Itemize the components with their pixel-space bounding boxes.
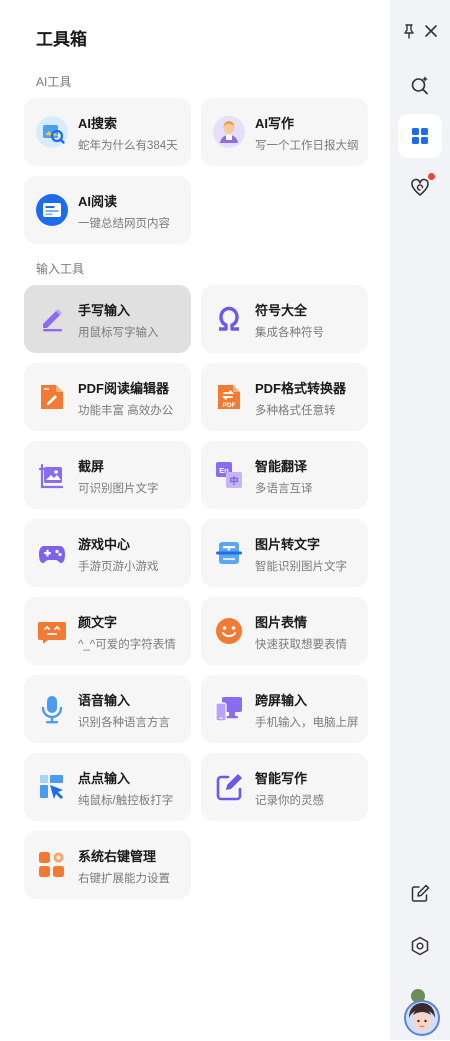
tool-name: 语音输入 <box>78 693 131 708</box>
tool-card-smart-write[interactable]: 智能写作 记录你的灵感 <box>201 753 368 821</box>
tool-card-cross-screen[interactable]: 跨屏输入 手机输入，电脑上屏 <box>201 675 368 743</box>
tool-name: 图片转文字 <box>255 537 321 552</box>
page-title: 工具箱 <box>36 30 87 49</box>
tool-card-translate[interactable]: En 中 智能翻译 多语言互译 <box>201 441 368 509</box>
tool-name: 游戏中心 <box>78 537 131 552</box>
tool-name: 符号大全 <box>255 303 308 318</box>
close-icon[interactable] <box>422 22 440 40</box>
tool-card-kaomoji[interactable]: 颜文字 ^_^可爱的字符表情 <box>24 597 191 665</box>
tool-desc: 集成各种符号 <box>255 327 324 339</box>
tool-card-ai-write[interactable]: AI写作 写一个工作日报大纲 <box>201 98 368 166</box>
tool-name: 颜文字 <box>78 615 118 630</box>
tool-desc: 手游页游小游戏 <box>78 561 159 573</box>
pin-icon[interactable] <box>400 22 418 40</box>
grid-icon <box>412 128 428 144</box>
tool-desc: 写一个工作日报大纲 <box>255 140 359 152</box>
tool-desc: 记录你的灵感 <box>255 795 324 807</box>
svg-text:PDF: PDF <box>223 402 236 409</box>
avatar[interactable] <box>400 988 444 1036</box>
skin-rail-button[interactable] <box>398 165 442 209</box>
pen-icon <box>36 303 68 335</box>
tool-card-games[interactable]: 游戏中心 手游页游小游戏 <box>24 519 191 587</box>
heart-spiral-icon <box>411 178 429 196</box>
edit-rail-button[interactable] <box>398 872 442 916</box>
tool-desc: 纯鼠标/触控板打字 <box>78 795 174 807</box>
tool-card-pdf-editor[interactable]: PDF阅读编辑器 功能丰富 高效办公 <box>24 363 191 431</box>
tool-desc: 功能丰富 高效办公 <box>78 405 174 417</box>
tool-card-ai-read[interactable]: AI阅读 一键总结网页内容 <box>24 176 191 244</box>
screenshot-icon <box>36 459 68 491</box>
microphone-icon <box>36 693 68 725</box>
write-pad-icon <box>213 771 245 803</box>
toolbox-rail-button[interactable] <box>398 114 442 158</box>
translate-icon: En 中 <box>213 459 245 491</box>
tool-desc: 可识别图片文字 <box>78 483 159 495</box>
tool-card-symbols[interactable]: 符号大全 集成各种符号 <box>201 285 368 353</box>
tool-name: AI搜索 <box>78 116 118 131</box>
pdf-edit-icon <box>36 381 68 413</box>
tool-name: 跨屏输入 <box>255 693 308 708</box>
tool-name: 截屏 <box>78 459 105 474</box>
tool-name: 智能写作 <box>255 771 308 786</box>
ai-write-icon <box>213 116 245 148</box>
tool-desc: 智能识别图片文字 <box>255 561 347 573</box>
gamepad-icon <box>36 537 68 569</box>
apps-gear-icon <box>36 849 68 881</box>
tool-desc: 多语言互译 <box>255 483 313 495</box>
cursor-click-icon <box>36 771 68 803</box>
tool-name: PDF阅读编辑器 <box>78 381 170 396</box>
tool-card-handwrite[interactable]: 手写输入 用鼠标写字输入 <box>24 285 191 353</box>
tool-desc: 用鼠标写字输入 <box>78 327 159 339</box>
tool-name: 图片表情 <box>255 615 308 630</box>
section-label-ai: AI工具 <box>36 75 72 89</box>
tool-desc: 蛇年为什么有384天 <box>78 140 178 152</box>
ai-search-icon <box>36 116 68 148</box>
ai-read-icon <box>36 194 68 226</box>
omega-icon <box>213 303 245 335</box>
tool-desc: 右键扩展能力设置 <box>78 873 170 885</box>
settings-rail-button[interactable] <box>398 924 442 968</box>
tool-name: 智能翻译 <box>255 459 308 474</box>
toolbox-panel: 工具箱 AI工具 AI搜索 蛇年为什么有384天 AI写作 写一个工作日报大纲 … <box>0 0 390 1040</box>
tool-card-click-input[interactable]: 点点输入 纯鼠标/触控板打字 <box>24 753 191 821</box>
tool-card-ai-search[interactable]: AI搜索 蛇年为什么有384天 <box>24 98 191 166</box>
edit-icon <box>411 884 430 902</box>
tool-name: 手写输入 <box>78 303 131 318</box>
hexagon-settings-icon <box>411 936 429 956</box>
tool-card-stickers[interactable]: 图片表情 快速获取想要表情 <box>201 597 368 665</box>
tool-name: PDF格式转换器 <box>255 381 347 396</box>
tool-desc: 手机输入，电脑上屏 <box>255 717 359 729</box>
section-label-input: 输入工具 <box>36 262 85 276</box>
tool-card-voice[interactable]: 语音输入 识别各种语言方言 <box>24 675 191 743</box>
tool-desc: 多种格式任意转 <box>255 405 336 417</box>
tool-desc: 一键总结网页内容 <box>78 218 170 230</box>
ai-search-rail-button[interactable] <box>398 63 442 107</box>
tool-desc: 识别各种语言方言 <box>78 717 170 729</box>
svg-text:中: 中 <box>229 475 238 487</box>
tool-card-ocr[interactable]: 图片转文字 智能识别图片文字 <box>201 519 368 587</box>
smiley-icon <box>213 615 245 647</box>
pdf-convert-icon: PDF <box>213 381 245 413</box>
tool-desc: ^_^可爱的字符表情 <box>78 639 176 651</box>
tool-card-screenshot[interactable]: 截屏 可识别图片文字 <box>24 441 191 509</box>
tool-desc: 快速获取想要表情 <box>255 639 347 651</box>
notification-dot <box>428 173 435 180</box>
tool-name: 点点输入 <box>78 771 131 786</box>
tool-name: 系统右键管理 <box>78 849 157 864</box>
tool-card-pdf-convert[interactable]: PDF PDF格式转换器 多种格式任意转 <box>201 363 368 431</box>
tool-name: AI写作 <box>255 116 295 131</box>
tool-name: AI阅读 <box>78 194 118 209</box>
right-sidebar <box>390 0 450 1040</box>
kaomoji-icon <box>36 615 68 647</box>
cross-screen-icon <box>213 693 245 725</box>
tool-card-context-menu[interactable]: 系统右键管理 右键扩展能力设置 <box>24 831 191 899</box>
ocr-icon <box>213 537 245 569</box>
sparkle-search-icon <box>411 76 428 95</box>
